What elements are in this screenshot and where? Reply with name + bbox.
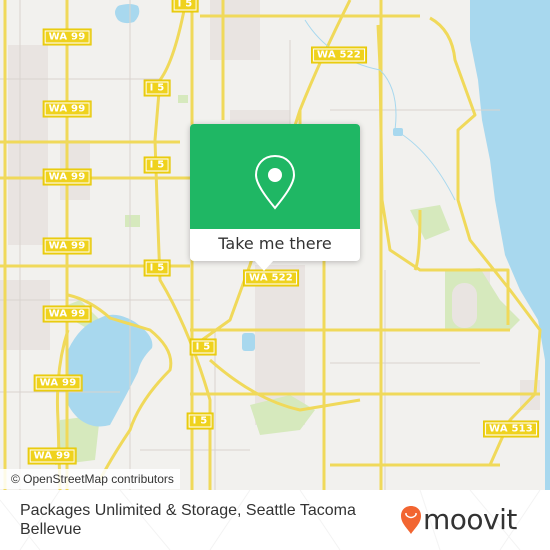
location-popup[interactable]: Take me there (190, 124, 360, 271)
highway-shield: I 5 (143, 156, 171, 174)
popup-header (190, 124, 360, 229)
highway-shield: WA 99 (42, 168, 92, 186)
highway-shield: WA 99 (42, 100, 92, 118)
highway-shield: I 5 (143, 79, 171, 97)
highway-shield: WA 99 (27, 447, 77, 465)
highway-shield: WA 99 (33, 374, 83, 392)
highway-shield: WA 522 (311, 46, 367, 64)
moovit-pin-icon (401, 506, 421, 534)
footer-bar: Packages Unlimited & Storage, Seattle Ta… (0, 490, 550, 550)
highway-shield: WA 99 (42, 237, 92, 255)
map-attribution[interactable]: © OpenStreetMap contributors (0, 469, 180, 489)
place-name: Packages Unlimited & Storage, Seattle Ta… (20, 502, 356, 538)
popup-pointer (254, 260, 274, 271)
moovit-wordmark: moovit (423, 503, 517, 536)
map-pin-icon (254, 154, 296, 210)
highway-shield: WA 513 (483, 420, 539, 438)
highway-shield: I 5 (171, 0, 199, 13)
map-view[interactable]: I 5 WA 99 WA 522 I 5 WA 99 I 5 WA 99 WA … (0, 0, 550, 490)
highway-shield: WA 99 (42, 28, 92, 46)
highway-shield: I 5 (143, 259, 171, 277)
take-me-there-button[interactable]: Take me there (190, 229, 360, 261)
highway-shield: WA 99 (42, 305, 92, 323)
highway-shield: WA 522 (243, 269, 299, 287)
highway-shield: I 5 (186, 412, 214, 430)
highway-shield: I 5 (189, 338, 217, 356)
